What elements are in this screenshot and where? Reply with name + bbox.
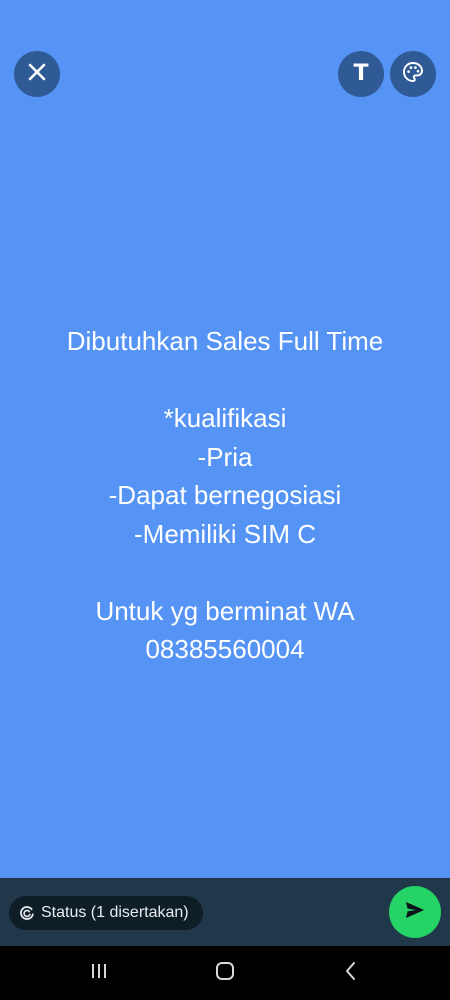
status-text-line: *kualifikasi: [163, 403, 287, 433]
status-text-line: -Pria: [197, 441, 253, 472]
status-audience-chip[interactable]: Status (1 disertakan): [9, 896, 203, 930]
close-icon: [27, 62, 47, 87]
system-nav-bar: [0, 946, 450, 1000]
status-text-line: -Dapat bernegosiasi: [108, 480, 342, 510]
back-button[interactable]: [338, 960, 364, 986]
palette-icon: [401, 60, 425, 89]
send-icon: [404, 900, 426, 925]
recents-button[interactable]: [86, 960, 112, 986]
status-text-line: -Memiliki SIM C: [134, 518, 316, 549]
status-text-line: 08385560004: [145, 634, 305, 664]
status-privacy-icon: [19, 905, 35, 921]
send-button[interactable]: [389, 886, 441, 938]
status-canvas[interactable]: T Dibutuhkan Sales Full Time *kualifikas…: [0, 0, 450, 878]
status-text-content[interactable]: Dibutuhkan Sales Full Time *kualifikasi …: [0, 322, 450, 669]
color-palette-button[interactable]: [390, 51, 436, 97]
back-icon: [341, 960, 361, 987]
status-text-line: Dibutuhkan Sales Full Time: [66, 326, 384, 356]
status-text-line: Untuk yg berminat WA: [95, 595, 355, 626]
close-button[interactable]: [14, 51, 60, 97]
bottom-bar: Status (1 disertakan): [0, 878, 450, 946]
text-tool-button[interactable]: T: [338, 51, 384, 97]
text-tool-label: T: [353, 61, 369, 86]
recents-icon: [88, 961, 110, 986]
status-audience-label: Status (1 disertakan): [41, 904, 189, 921]
home-icon: [214, 960, 236, 987]
home-button[interactable]: [212, 960, 238, 986]
